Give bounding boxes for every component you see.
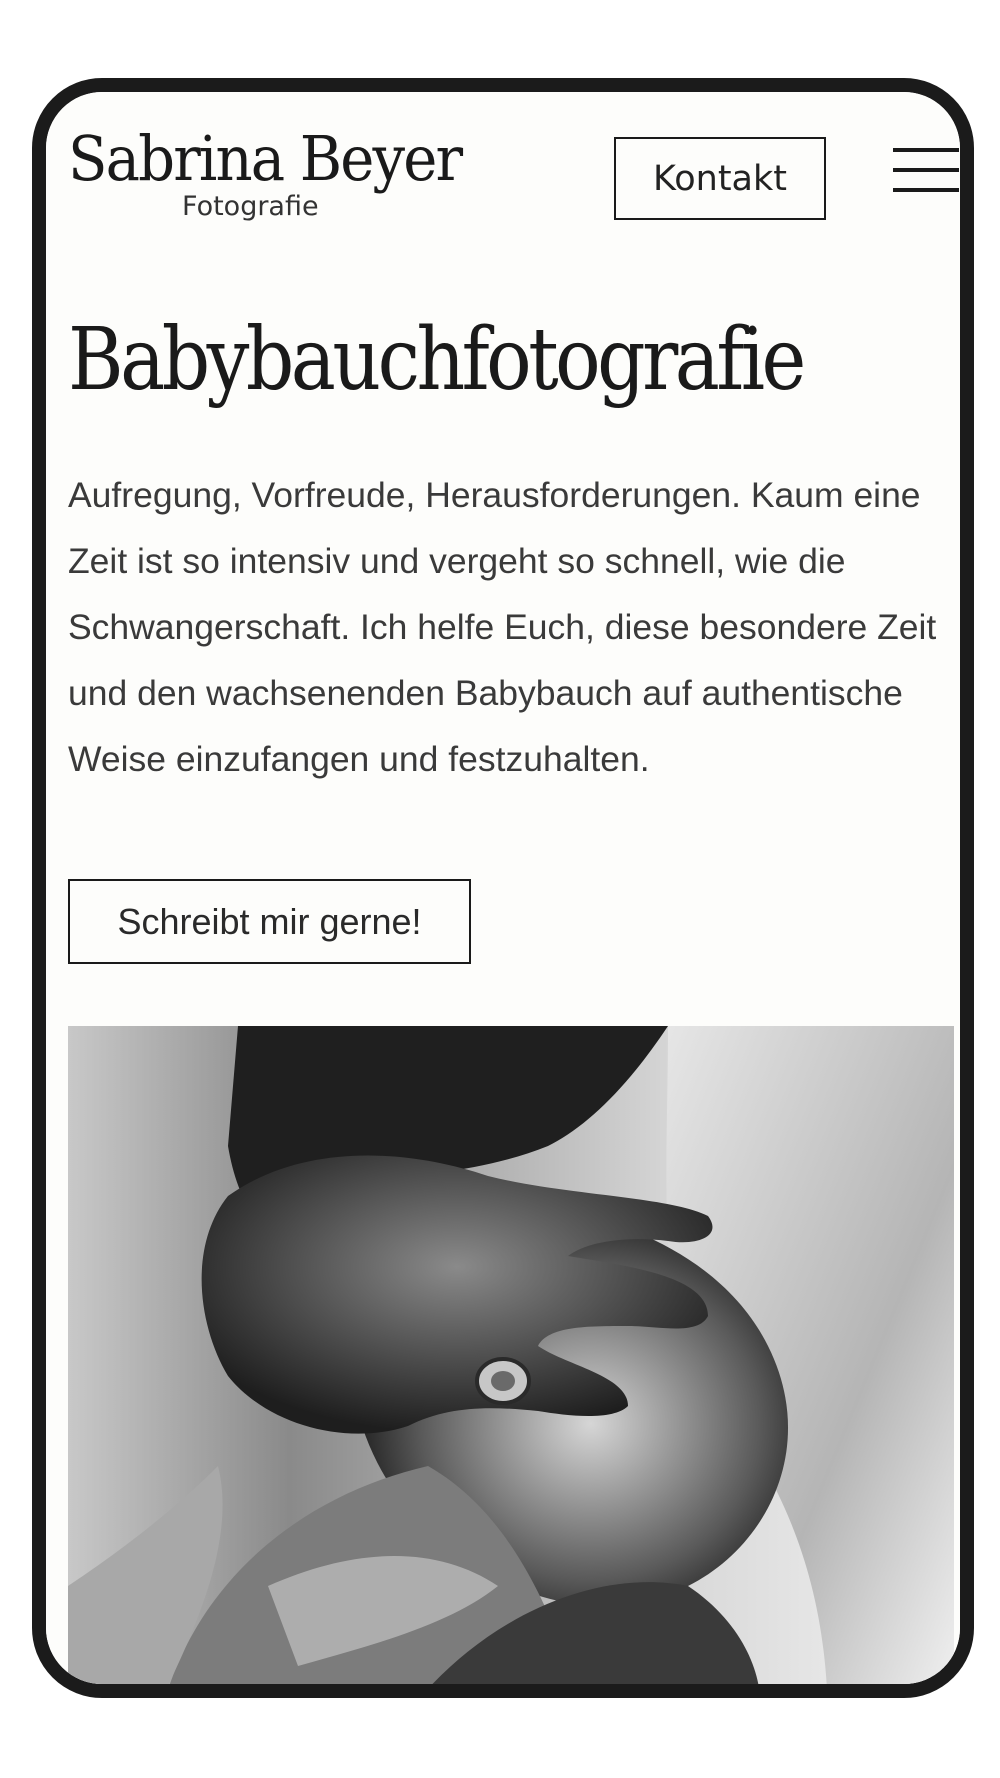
contact-button[interactable]: Kontakt	[614, 137, 826, 220]
page-title: Babybauchfotografie	[68, 310, 806, 410]
menu-line	[893, 148, 959, 152]
pregnancy-photo	[68, 1026, 954, 1684]
logo-subtitle: Fotografie	[182, 191, 319, 222]
contact-cta-button[interactable]: Schreibt mir gerne!	[68, 879, 471, 964]
hamburger-menu-icon[interactable]	[893, 148, 959, 194]
screen: Sabrina Beyer Fotografie Kontakt Babybau…	[46, 92, 960, 1684]
logo[interactable]: Sabrina Beyer Fotografie	[68, 126, 463, 226]
photo-illustration	[68, 1026, 954, 1684]
intro-text: Aufregung, Vorfreude, Herausforderungen.…	[68, 475, 937, 779]
logo-name: Sabrina Beyer	[68, 122, 463, 195]
menu-line	[893, 168, 959, 172]
menu-line	[893, 188, 959, 192]
phone-frame: Sabrina Beyer Fotografie Kontakt Babybau…	[32, 78, 974, 1698]
